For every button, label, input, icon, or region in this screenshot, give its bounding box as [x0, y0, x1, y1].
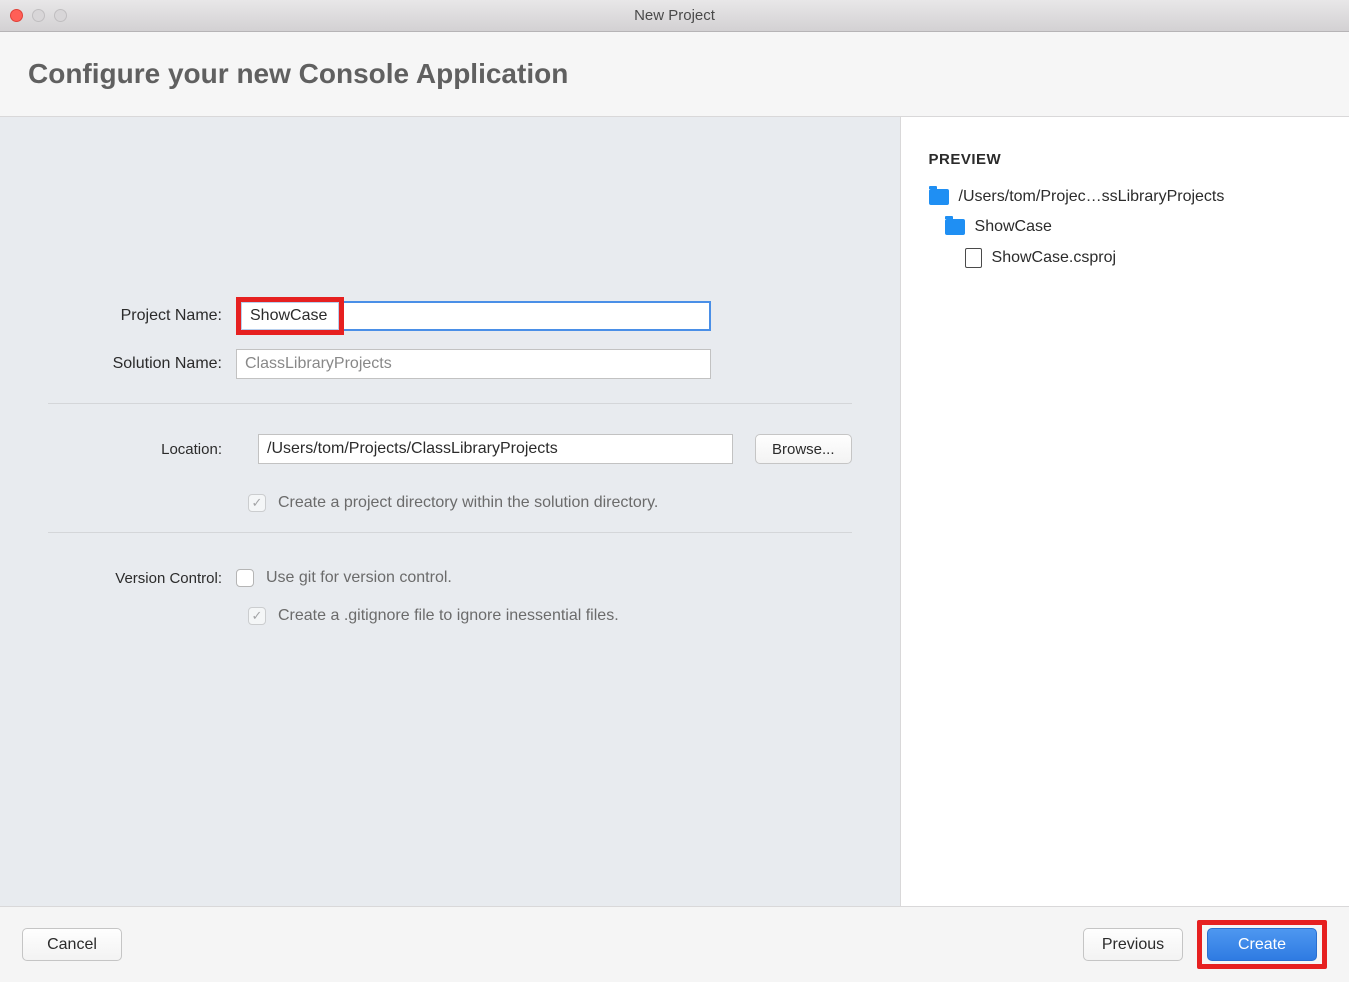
preview-file-label: ShowCase.csproj: [992, 249, 1117, 267]
create-button[interactable]: Create: [1207, 928, 1317, 961]
content-area: Project Name: Solution Name: Location:: [0, 117, 1349, 906]
folder-icon: [945, 219, 965, 235]
project-name-row: Project Name:: [48, 297, 852, 335]
create-dir-row: Create a project directory within the so…: [48, 494, 852, 512]
project-name-label: Project Name:: [48, 307, 236, 325]
gitignore-row: Create a .gitignore file to ignore iness…: [48, 607, 852, 625]
gitignore-checkbox: [248, 607, 266, 625]
window-controls: [10, 9, 67, 22]
project-name-field-wrap: [236, 297, 711, 335]
project-name-input[interactable]: [339, 301, 711, 331]
preview-folder: ShowCase: [929, 212, 1321, 242]
solution-name-row: Solution Name:: [48, 349, 852, 379]
preview-panel: PREVIEW /Users/tom/Projec…ssLibraryProje…: [900, 117, 1349, 906]
zoom-window-button[interactable]: [54, 9, 67, 22]
window-title: New Project: [0, 7, 1349, 24]
location-input[interactable]: [258, 434, 733, 464]
preview-title: PREVIEW: [929, 151, 1321, 168]
location-label: Location:: [48, 441, 236, 458]
version-control-row: Version Control: Use git for version con…: [48, 569, 852, 587]
close-window-button[interactable]: [10, 9, 23, 22]
create-dir-label: Create a project directory within the so…: [278, 494, 658, 512]
minimize-window-button[interactable]: [32, 9, 45, 22]
use-git-checkbox[interactable]: [236, 569, 254, 587]
form-panel: Project Name: Solution Name: Location:: [0, 117, 900, 906]
project-name-input-start[interactable]: [242, 303, 338, 329]
titlebar: New Project: [0, 0, 1349, 32]
solution-name-input[interactable]: [236, 349, 711, 379]
divider-2: [48, 532, 852, 533]
browse-button[interactable]: Browse...: [755, 434, 852, 464]
file-icon: [965, 248, 982, 268]
cancel-button[interactable]: Cancel: [22, 928, 122, 961]
create-dir-checkbox: [248, 494, 266, 512]
preview-file: ShowCase.csproj: [929, 242, 1321, 274]
solution-name-label: Solution Name:: [48, 355, 236, 373]
preview-root: /Users/tom/Projec…ssLibraryProjects: [929, 182, 1321, 212]
folder-icon: [929, 189, 949, 205]
footer: Cancel Previous Create: [0, 906, 1349, 982]
gitignore-label: Create a .gitignore file to ignore iness…: [278, 607, 619, 625]
create-highlight: Create: [1197, 920, 1327, 969]
version-control-label: Version Control:: [48, 570, 236, 587]
divider-1: [48, 403, 852, 404]
project-name-highlight: [236, 297, 344, 335]
location-row: Location: Browse...: [48, 434, 852, 464]
page-header: Configure your new Console Application: [0, 32, 1349, 117]
use-git-label: Use git for version control.: [266, 569, 452, 587]
preview-root-label: /Users/tom/Projec…ssLibraryProjects: [959, 188, 1225, 206]
preview-folder-label: ShowCase: [975, 218, 1052, 236]
previous-button[interactable]: Previous: [1083, 928, 1183, 961]
page-heading: Configure your new Console Application: [28, 58, 1321, 90]
